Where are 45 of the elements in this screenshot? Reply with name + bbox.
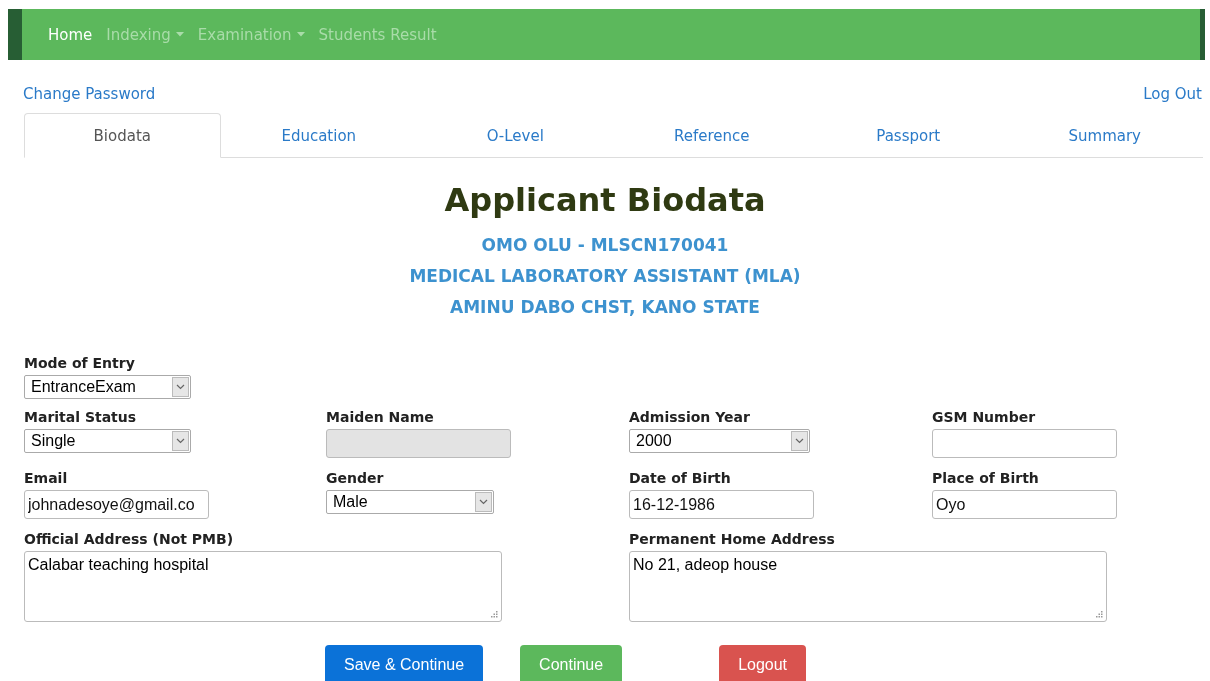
chevron-icon xyxy=(795,438,804,444)
field-label: Admission Year xyxy=(629,409,750,425)
applicant-info: AMINU DABO CHST, KANO STATE xyxy=(450,296,760,319)
caret-icon xyxy=(296,32,305,37)
text-field[interactable]: Oyo xyxy=(932,490,1117,519)
field-label: Official Address (Not PMB) xyxy=(24,531,234,547)
resize-grip-icon xyxy=(1096,611,1103,618)
chevron-icon xyxy=(176,384,185,390)
change-password-link[interactable]: Change Password xyxy=(23,85,156,105)
field-label: Gender xyxy=(326,470,384,486)
field-label: Date of Birth xyxy=(629,470,731,486)
tab[interactable]: Biodata xyxy=(24,113,221,158)
dropdown-field[interactable]: EntranceExam xyxy=(24,375,191,399)
field-label: GSM Number xyxy=(932,409,1036,425)
resize-grip-icon xyxy=(491,611,498,618)
text-field[interactable]: johnadesoye@gmail.co xyxy=(24,490,209,519)
field-label: Mode of Entry xyxy=(24,355,135,371)
tab[interactable]: Passport xyxy=(810,113,1007,158)
dropdown-field[interactable]: Male xyxy=(326,490,494,514)
applicant-info: OMO OLU - MLSCN170041 xyxy=(481,234,729,257)
tab[interactable]: Summary xyxy=(1006,113,1203,158)
log-out-link[interactable]: Log Out xyxy=(1143,85,1202,105)
tab[interactable]: Reference xyxy=(613,113,810,158)
tab[interactable]: O-Level xyxy=(417,113,614,158)
field-label: Maiden Name xyxy=(326,409,434,425)
dropdown-field[interactable]: Single xyxy=(24,429,191,453)
applicant-info: MEDICAL LABORATORY ASSISTANT (MLA) xyxy=(409,265,801,288)
field-label: Marital Status xyxy=(24,409,137,425)
action-button[interactable]: Continue xyxy=(520,645,623,681)
text-field[interactable]: 16-12-1986 xyxy=(629,490,814,519)
caret-icon xyxy=(175,32,184,37)
field-label: Place of Birth xyxy=(932,470,1039,486)
text-field[interactable] xyxy=(932,429,1117,458)
text-area[interactable]: Calabar teaching hospital xyxy=(24,551,502,622)
action-button[interactable]: Logout xyxy=(719,645,807,681)
field-label: Email xyxy=(24,470,68,486)
chevron-icon xyxy=(479,499,488,505)
dropdown-field[interactable]: 2000 xyxy=(629,429,810,453)
action-button[interactable]: Save & Continue xyxy=(325,645,484,681)
chevron-icon xyxy=(176,438,185,444)
text-area[interactable]: No 21, adeop house xyxy=(629,551,1107,622)
page-title: Applicant Biodata xyxy=(444,180,766,220)
nav-link[interactable]: Home xyxy=(48,25,93,44)
field-label: Permanent Home Address xyxy=(629,531,835,547)
tab[interactable]: Education xyxy=(220,113,417,158)
